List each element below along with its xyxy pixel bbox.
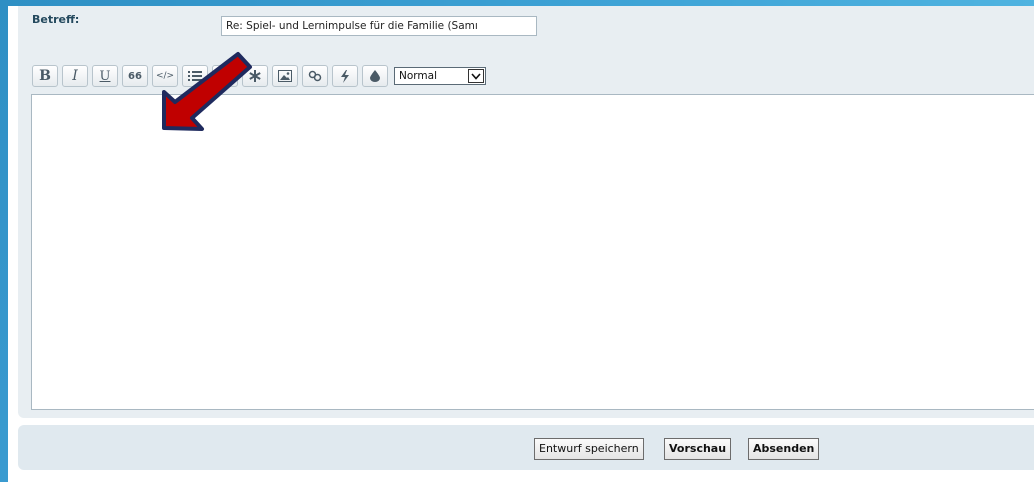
link-button[interactable] [302,65,328,87]
asterisk-icon [249,70,261,82]
font-size-select[interactable]: Normal [394,67,486,85]
format-toolbar: B I U 66 </> 12 Normal [32,64,486,88]
quote-icon: 66 [128,70,142,82]
list-button[interactable] [182,65,208,87]
window-frame-left [0,0,8,482]
code-button[interactable]: </> [152,65,178,87]
droplet-icon [370,70,380,82]
preview-button[interactable]: Vorschau [664,438,732,460]
ordered-list-icon: 12 [218,70,232,82]
send-button[interactable]: Absenden [748,438,820,460]
color-button[interactable] [362,65,388,87]
svg-text:1: 1 [218,70,221,75]
underline-button[interactable]: U [92,65,118,87]
svg-text:2: 2 [218,77,221,82]
bold-button[interactable]: B [32,65,58,87]
lightning-icon [341,69,349,83]
flash-button[interactable] [332,65,358,87]
subject-input[interactable]: Re: Spiel- und Lernimpulse für die Famil… [221,16,537,36]
quote-button[interactable]: 66 [122,65,148,87]
list-item-button[interactable] [242,65,268,87]
subject-label: Betreff: [32,13,80,26]
italic-button[interactable]: I [62,65,88,87]
list-icon [188,71,202,81]
image-button[interactable] [272,65,298,87]
ordered-list-button[interactable]: 12 [212,65,238,87]
chevron-down-icon [468,69,484,83]
message-textarea[interactable] [31,94,1034,410]
link-icon [308,70,322,82]
save-draft-button[interactable]: Entwurf speichern [534,438,644,460]
font-size-value: Normal [399,70,437,82]
image-icon [278,70,292,82]
code-icon: </> [155,71,175,81]
submit-bar [18,425,1034,470]
